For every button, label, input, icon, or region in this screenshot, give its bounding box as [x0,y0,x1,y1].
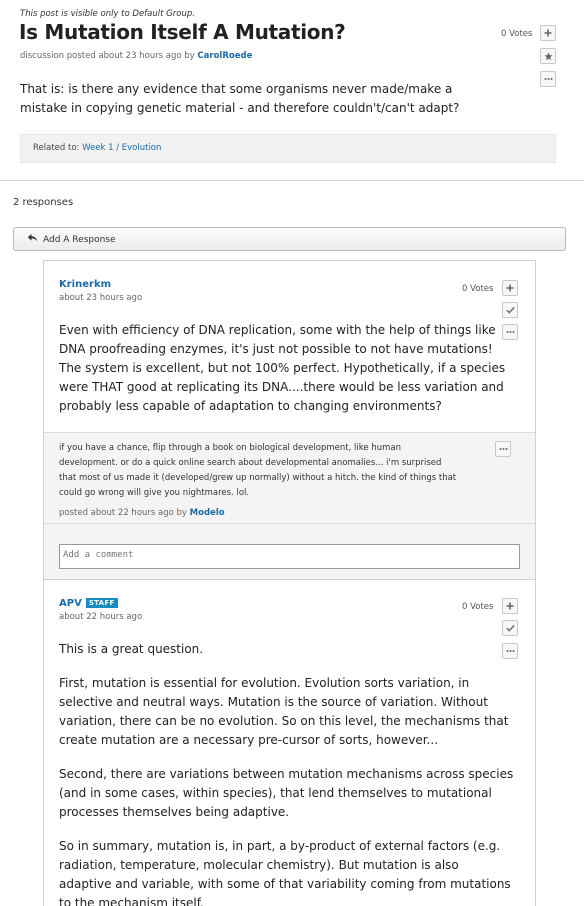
response-vote-button[interactable] [502,598,518,614]
response-author[interactable]: Krinerkm [59,279,111,290]
post-title: Is Mutation Itself A Mutation? [19,20,346,44]
visibility-notice: This post is visible only to Default Gro… [20,9,195,19]
ellipsis-icon [544,78,553,80]
response-body: Even with efficiency of DNA replication,… [59,323,506,413]
post-more-button[interactable] [540,71,556,87]
responses-thread: Krinerkm about 23 hours ago 0 Votes Even… [43,260,536,906]
post-meta: discussion posted about 23 hours ago by … [20,51,252,61]
post-vote-count: 0 Votes [501,29,533,39]
ellipsis-icon [499,448,508,450]
response-timestamp: about 23 hours ago [59,293,143,303]
post-vote-button[interactable] [540,25,556,41]
comment-more-button[interactable] [495,441,511,457]
post-body: That is: is there any evidence that some… [20,82,460,115]
related-topic-link[interactable]: Week 1 / Evolution [82,143,161,153]
comment-meta: posted about 22 hours ago by Modelo [59,508,225,518]
response-paragraph: So in summary, mutation is, in part, a b… [59,839,511,906]
add-response-label: Add A Response [43,235,116,245]
star-icon [544,52,553,61]
add-comment-input[interactable] [59,544,520,569]
response-author-line: APV STAFF [59,598,118,609]
plus-icon [506,602,514,610]
response-paragraph: This is a great question. [59,642,204,656]
plus-icon [544,29,552,37]
response-endorse-button[interactable] [502,302,518,318]
response-paragraph: Second, there are variations between mut… [59,767,514,819]
comment-meta-text: posted about 22 hours ago by [59,508,190,518]
response-vote-count: 0 Votes [462,284,494,294]
add-comment-area [44,524,535,580]
reply-arrow-icon [27,234,38,242]
response-body: This is a great question. First, mutatio… [59,640,514,906]
response-item: APV STAFF about 22 hours ago 0 Votes This… [44,580,535,906]
comment-item: if you have a chance, flip through a boo… [44,432,535,524]
response-endorse-button[interactable] [502,620,518,636]
response-vote-count: 0 Votes [462,602,494,612]
response-item: Krinerkm about 23 hours ago 0 Votes Even… [44,261,535,432]
response-paragraph: First, mutation is essential for evoluti… [59,676,509,747]
plus-icon [506,284,514,292]
response-vote-button[interactable] [502,280,518,296]
original-post: This post is visible only to Default Gro… [0,0,584,181]
comment-body: if you have a chance, flip through a boo… [59,443,457,498]
post-meta-text: discussion posted about 23 hours ago by [20,51,198,61]
check-icon [506,306,515,314]
post-follow-button[interactable] [540,48,556,64]
response-timestamp: about 22 hours ago [59,612,143,622]
related-label: Related to: [33,143,83,153]
check-icon [506,624,515,632]
comment-author-link[interactable]: Modelo [190,508,225,518]
staff-badge: STAFF [85,598,118,608]
post-author-link[interactable]: CarolRoede [197,51,252,61]
add-response-button[interactable]: Add A Response [13,227,566,251]
response-author[interactable]: APV [59,598,82,609]
related-box: Related to: Week 1 / Evolution [20,134,556,163]
responses-count: 2 responses [13,197,74,208]
